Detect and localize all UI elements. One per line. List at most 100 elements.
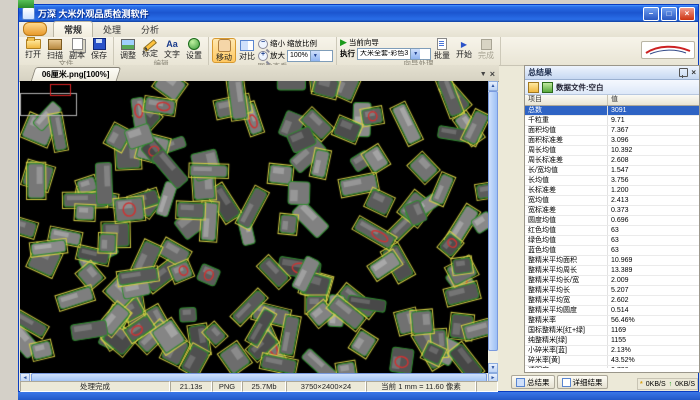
group-file: 打开 扫描 副本 保存 文件 xyxy=(19,37,114,65)
upload-speed: 0KB/S xyxy=(675,381,695,388)
row-value: 1169 xyxy=(608,326,699,335)
row-item: 宽均值 xyxy=(525,196,608,205)
compare-button[interactable]: 对比 xyxy=(236,40,258,61)
table-row[interactable]: 整精米平均宽2.602 xyxy=(525,296,699,306)
execute-button[interactable]: 执行 xyxy=(340,50,355,58)
specimen-image[interactable] xyxy=(20,81,488,373)
start-button-fragment[interactable] xyxy=(18,0,34,8)
desktop-edge xyxy=(0,392,18,400)
table-row[interactable]: 小碎米率[蓝]2.13% xyxy=(525,346,699,356)
tab-process[interactable]: 处理 xyxy=(93,22,131,37)
finish-button: 完成 xyxy=(475,39,497,60)
save-icon xyxy=(93,38,106,50)
table-row[interactable]: 千粒重9.71 xyxy=(525,116,699,126)
table-row[interactable]: 圆度均值0.696 xyxy=(525,216,699,226)
settings-button[interactable]: 设置 xyxy=(183,38,205,60)
table-row[interactable]: 绿色均值63 xyxy=(525,236,699,246)
pin-icon[interactable] xyxy=(679,68,688,77)
taskbar[interactable] xyxy=(0,392,700,400)
status-bar: 处理完成 21.13s PNG 25.7Mb 3750×2400×24 当前 1… xyxy=(20,381,498,392)
image-close-icon[interactable]: × xyxy=(490,69,495,79)
table-row[interactable]: 面积均值7.367 xyxy=(525,126,699,136)
vertical-scrollbar[interactable]: ▲ ▼ xyxy=(488,81,498,373)
refresh-icon[interactable] xyxy=(542,82,553,93)
batch-button[interactable]: 批量 xyxy=(431,38,453,60)
open-button[interactable]: 打开 xyxy=(22,39,44,59)
table-row[interactable]: 整精米平均圆度0.514 xyxy=(525,306,699,316)
scroll-up-icon[interactable]: ▲ xyxy=(488,81,498,91)
zoom-in-button[interactable]: 放大 xyxy=(270,52,285,60)
table-row[interactable]: 纯整精米[绿]1155 xyxy=(525,336,699,346)
results-panel: 总结果 × 数据文件:空白 项目 值 总数3091千粒重9.71面积均值7.36… xyxy=(524,65,700,373)
table-row[interactable]: 红色均值63 xyxy=(525,226,699,236)
ribbon-toolbar: 打开 扫描 副本 保存 文件 调整 标定 Aa文字 设置 编辑 移动 xyxy=(19,37,698,66)
table-row[interactable]: 长标准差1.200 xyxy=(525,186,699,196)
table-row[interactable]: 周长标准差2.608 xyxy=(525,156,699,166)
window-titlebar: 万深 大米外观品质检测软件 – □ × xyxy=(19,5,698,22)
copy-button[interactable]: 副本 xyxy=(66,38,88,60)
tab-general[interactable]: 常规 xyxy=(53,21,93,37)
table-row[interactable]: 周长均值10.392 xyxy=(525,146,699,156)
table-row[interactable]: 整精米平均长5.207 xyxy=(525,286,699,296)
results-table-header: 项目 值 xyxy=(525,95,699,106)
calibrate-button[interactable]: 标定 xyxy=(139,40,161,58)
app-menu-button[interactable] xyxy=(23,22,47,36)
save-button[interactable]: 保存 xyxy=(88,38,110,60)
row-item: 面积标准差 xyxy=(525,136,608,145)
table-row[interactable]: 整精米率56.46% xyxy=(525,316,699,326)
row-value: 56.46% xyxy=(608,316,699,325)
text-button[interactable]: Aa文字 xyxy=(161,39,183,59)
start-button[interactable]: ▶开始 xyxy=(453,40,475,59)
app-window: 万深 大米外观品质检测软件 – □ × 常规 处理 分析 打开 扫描 副本 保存… xyxy=(18,4,699,392)
tab-analysis[interactable]: 分析 xyxy=(131,22,169,37)
table-row[interactable]: 整精米平均面积10.969 xyxy=(525,256,699,266)
table-row[interactable]: 宽标准差0.373 xyxy=(525,206,699,216)
row-item: 长/宽均值 xyxy=(525,166,608,175)
table-row[interactable]: 总数3091 xyxy=(525,106,699,116)
adjust-button[interactable]: 调整 xyxy=(117,39,139,60)
table-row[interactable]: 国标整精米[红+绿]1169 xyxy=(525,326,699,336)
scroll-down-icon[interactable]: ▼ xyxy=(488,363,498,373)
compare-icon xyxy=(240,40,254,51)
row-item: 红色均值 xyxy=(525,226,608,235)
table-row[interactable]: 面积标准差3.096 xyxy=(525,136,699,146)
table-row[interactable]: 长/宽均值1.547 xyxy=(525,166,699,176)
close-button[interactable]: × xyxy=(679,7,695,21)
copy-icon xyxy=(72,38,83,50)
row-item: 长标准差 xyxy=(525,186,608,195)
table-row[interactable]: 蓝色均值63 xyxy=(525,246,699,256)
zoom-ratio-label: 缩放比例 xyxy=(287,40,317,48)
tab-detail-results[interactable]: 详细结果 xyxy=(557,375,608,389)
table-row[interactable]: 长均值3.756 xyxy=(525,176,699,186)
export-icon[interactable] xyxy=(528,82,539,93)
table-row[interactable]: 整精米平均长/宽2.009 xyxy=(525,276,699,286)
row-item: 透明度 xyxy=(525,366,608,368)
scan-button[interactable]: 扫描 xyxy=(44,39,66,60)
table-row[interactable]: 整精米平均周长13.389 xyxy=(525,266,699,276)
row-item: 整精米率 xyxy=(525,316,608,325)
group-edit: 调整 标定 Aa文字 设置 编辑 xyxy=(114,37,209,65)
app-icon xyxy=(22,7,35,20)
chevron-down-icon: ▼ xyxy=(310,51,320,61)
row-item: 整精米平均圆度 xyxy=(525,306,608,315)
image-tab[interactable]: 06厘米.png[100%] xyxy=(31,67,121,81)
table-row[interactable]: 透明度0.726 xyxy=(525,366,699,368)
table-row[interactable]: 宽均值2.413 xyxy=(525,196,699,206)
tab-summary-results[interactable]: 总结果 xyxy=(511,375,555,389)
row-value: 3.096 xyxy=(608,136,699,145)
minimize-button[interactable]: – xyxy=(643,7,659,21)
table-row[interactable]: 碎米率[黄]43.52% xyxy=(525,356,699,366)
row-item: 纯整精米[绿] xyxy=(525,336,608,345)
zoom-out-button[interactable]: −缩小缩放比例 xyxy=(258,39,333,49)
row-value: 2.602 xyxy=(608,296,699,305)
row-value: 63 xyxy=(608,246,699,255)
zoom-level-dropdown[interactable]: 100%▼ xyxy=(287,50,333,62)
status-format: PNG xyxy=(212,381,242,392)
image-menu-icon[interactable]: ▼ xyxy=(480,71,487,78)
group-wizard: ▶当前向导 执行 大米全套-彩色3▼ 批量 ▶开始 完成 向导处理 xyxy=(337,37,501,65)
move-tool-button[interactable]: 移动 xyxy=(212,38,236,63)
vertical-scroll-thumb[interactable] xyxy=(488,91,498,351)
panel-close-icon[interactable]: × xyxy=(691,69,696,77)
row-value: 43.52% xyxy=(608,356,699,365)
restore-button[interactable]: □ xyxy=(661,7,677,21)
